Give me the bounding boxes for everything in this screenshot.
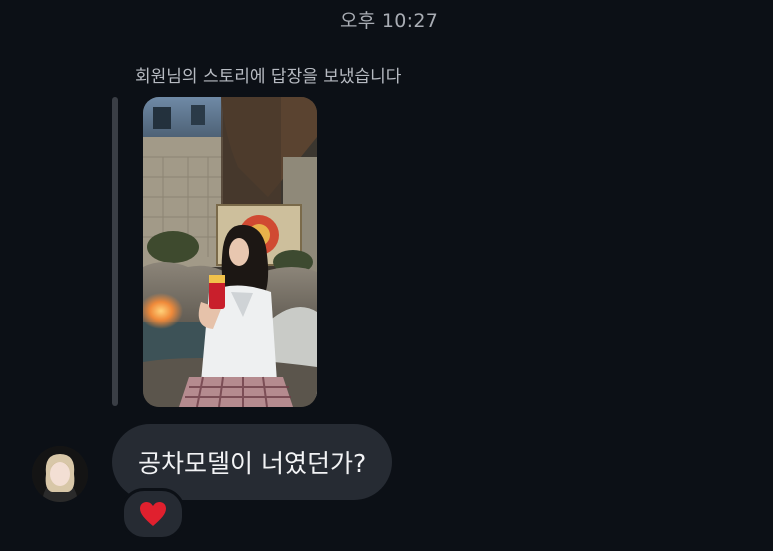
avatar-photo-icon: [32, 446, 88, 502]
story-quote-bar: [112, 97, 118, 406]
message-text: 공차모델이 너였던가?: [138, 449, 367, 478]
story-thumbnail[interactable]: [143, 97, 317, 407]
heart-icon: [140, 502, 166, 526]
story-reply-caption: 회원님의 스토리에 답장을 보냈습니다: [135, 67, 402, 87]
message-timestamp: 오후 10:27: [340, 10, 439, 32]
dm-thread: 오후 10:27 회원님의 스토리에 답장을 보냈습니다 공차모델이 너였던가?: [0, 0, 773, 551]
sender-avatar[interactable]: [32, 446, 88, 502]
reaction-badge[interactable]: [121, 488, 185, 540]
story-photo-icon: [143, 97, 317, 407]
